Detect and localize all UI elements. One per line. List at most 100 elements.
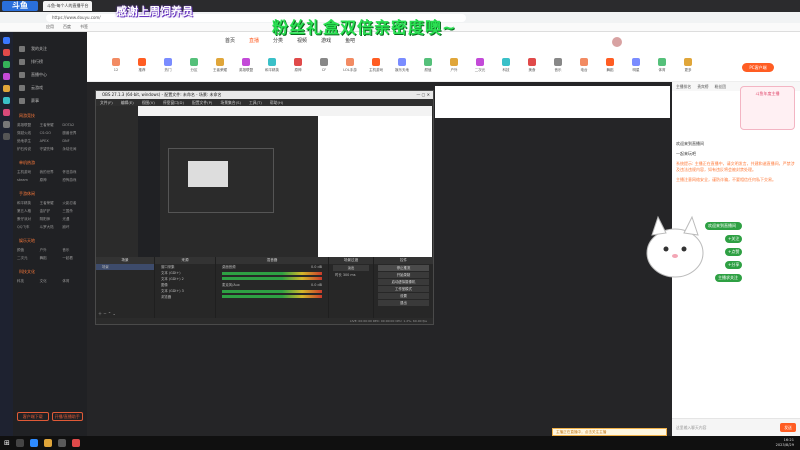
category-link[interactable]: 文化 bbox=[40, 279, 61, 284]
category-link[interactable]: 颜值 bbox=[17, 248, 38, 253]
category-link[interactable]: 一起看 bbox=[62, 256, 83, 261]
category-link[interactable]: QQ飞车 bbox=[17, 225, 38, 230]
source-item[interactable]: 浏览器 bbox=[155, 294, 215, 300]
category-link[interactable]: 第五人格 bbox=[17, 209, 38, 214]
category-item[interactable]: 英雄联盟 bbox=[233, 54, 259, 81]
category-item[interactable]: 美食 bbox=[519, 54, 545, 81]
category-link[interactable]: 炉石传说 bbox=[17, 147, 38, 152]
category-item[interactable]: LOL手游 bbox=[337, 54, 363, 81]
category-link[interactable]: CS:GO bbox=[40, 131, 61, 136]
category-item[interactable]: 音乐 bbox=[545, 54, 571, 81]
browser-tab[interactable]: 斗鱼-每个人的直播平台 bbox=[43, 1, 93, 11]
rail-icon[interactable] bbox=[3, 133, 10, 140]
chat-tab[interactable]: 贵宾榜 bbox=[697, 82, 708, 91]
sidebar-item[interactable]: 直播中心 bbox=[13, 68, 87, 81]
stop-streaming-button[interactable]: 停止推流 bbox=[378, 265, 429, 271]
category-link[interactable]: 蛋仔派对 bbox=[17, 217, 38, 222]
nav-item[interactable]: 分类 bbox=[273, 37, 283, 44]
category-link[interactable]: 原神 bbox=[40, 178, 61, 183]
category-item[interactable]: 分区 bbox=[181, 54, 207, 81]
category-link[interactable]: 金铲铲 bbox=[40, 209, 61, 214]
category-link[interactable]: 和平精英 bbox=[17, 201, 38, 206]
pc-client-button[interactable]: PC客户端 bbox=[742, 63, 774, 72]
rail-icon[interactable] bbox=[3, 37, 10, 44]
rail-icon[interactable] bbox=[3, 121, 10, 128]
category-link[interactable]: 阴阳师 bbox=[40, 217, 61, 222]
chat-input[interactable]: 这里输入聊天内容 发送 bbox=[672, 418, 800, 436]
windows-start-icon[interactable]: ⊞ bbox=[4, 439, 10, 447]
category-link[interactable]: 魔兽世界 bbox=[62, 131, 83, 136]
category-link[interactable]: 绝地求生 bbox=[17, 139, 38, 144]
sidebar-item[interactable]: 云游戏 bbox=[13, 81, 87, 94]
category-link[interactable]: 舞蹈 bbox=[40, 256, 61, 261]
category-item[interactable]: 和平精英 bbox=[259, 54, 285, 81]
category-link[interactable]: 永劫无间 bbox=[62, 147, 83, 152]
category-link[interactable]: DOTA2 bbox=[62, 123, 83, 128]
search-icon[interactable] bbox=[15, 439, 24, 447]
category-item[interactable]: 主机游戏 bbox=[363, 54, 389, 81]
obs-icon[interactable] bbox=[57, 439, 66, 447]
bookmark-item[interactable]: 应用 bbox=[46, 24, 54, 30]
category-item[interactable]: 更多 bbox=[675, 54, 701, 81]
menu-item[interactable]: 停靠窗口(D) bbox=[163, 99, 184, 106]
rail-icon[interactable] bbox=[3, 85, 10, 92]
category-link[interactable]: 火影忍者 bbox=[62, 201, 83, 206]
category-item[interactable]: 舞蹈 bbox=[597, 54, 623, 81]
menu-item[interactable]: 场景集合(S) bbox=[220, 99, 241, 106]
transition-select[interactable]: 淡出 bbox=[333, 265, 369, 271]
send-button[interactable]: 发送 bbox=[780, 423, 796, 432]
category-item[interactable]: 体育 bbox=[649, 54, 675, 81]
category-item[interactable]: 王者荣耀 bbox=[207, 54, 233, 81]
obs-preview-canvas[interactable] bbox=[138, 106, 432, 259]
category-link[interactable]: 我的世界 bbox=[40, 170, 61, 175]
category-link[interactable]: 守望先锋 bbox=[40, 147, 61, 152]
category-item[interactable]: 电台 bbox=[571, 54, 597, 81]
nav-item-active[interactable]: 直播 bbox=[249, 37, 259, 44]
nav-item[interactable]: 游戏 bbox=[321, 37, 331, 44]
bookmark-item[interactable]: 书签 bbox=[80, 24, 88, 30]
rail-icon[interactable] bbox=[3, 49, 10, 56]
category-link[interactable]: 音乐 bbox=[62, 248, 83, 253]
category-item[interactable]: 推荐 bbox=[129, 54, 155, 81]
menu-item[interactable]: 视图(V) bbox=[142, 99, 155, 106]
category-link[interactable]: 恐怖游戏 bbox=[62, 178, 83, 183]
category-item[interactable]: 明星 bbox=[623, 54, 649, 81]
category-item[interactable]: 热门 bbox=[155, 54, 181, 81]
scene-item[interactable]: 场景 bbox=[96, 264, 154, 270]
category-item[interactable]: 户外 bbox=[441, 54, 467, 81]
chat-tab[interactable]: 粉丝团 bbox=[715, 82, 726, 91]
window-controls-icon[interactable]: — ▢ ✕ bbox=[416, 91, 430, 99]
category-link[interactable]: 光遇 bbox=[62, 217, 83, 222]
category-link[interactable]: APEX bbox=[40, 139, 61, 144]
start-live-button[interactable]: 开播/直播助手 bbox=[51, 412, 83, 421]
sidebar-item[interactable]: 我的关注 bbox=[13, 42, 87, 55]
download-client-button[interactable]: 客户端下载 bbox=[17, 412, 49, 421]
obs-window[interactable]: OBS 27.1.3 (64-bit, windows) - 配置文件: 未命名… bbox=[95, 90, 434, 325]
rail-icon[interactable] bbox=[3, 73, 10, 80]
nav-item[interactable]: 视频 bbox=[297, 37, 307, 44]
category-item[interactable]: 娱乐天地 bbox=[389, 54, 415, 81]
rail-icon[interactable] bbox=[3, 61, 10, 68]
category-link[interactable]: 户外 bbox=[40, 248, 61, 253]
category-item[interactable]: 原神 bbox=[285, 54, 311, 81]
menu-item[interactable]: 工具(T) bbox=[249, 99, 262, 106]
category-link[interactable]: 怀旧游戏 bbox=[62, 170, 83, 175]
chat-tab[interactable]: 主播排名 bbox=[676, 82, 691, 91]
category-item[interactable]: 颜值 bbox=[415, 54, 441, 81]
studio-mode-button[interactable]: 工作室模式 bbox=[378, 286, 429, 292]
start-recording-button[interactable]: 开始录制 bbox=[378, 272, 429, 278]
browser-icon[interactable] bbox=[29, 439, 38, 447]
category-link[interactable]: 科技 bbox=[17, 279, 38, 284]
category-item[interactable]: 12 bbox=[103, 54, 129, 81]
scene-toolbar-icon[interactable]: ＋ − ⌃ ⌄ bbox=[98, 311, 116, 317]
sidebar-item[interactable]: 排行榜 bbox=[13, 55, 87, 68]
category-link[interactable]: 王者荣耀 bbox=[40, 123, 61, 128]
category-link[interactable]: 体育 bbox=[62, 279, 83, 284]
sidebar-item[interactable]: 赛事 bbox=[13, 94, 87, 107]
settings-button[interactable]: 设置 bbox=[378, 293, 429, 299]
menu-item[interactable]: 文件(F) bbox=[100, 99, 113, 106]
menu-item[interactable]: 编辑(E) bbox=[121, 99, 134, 106]
menu-item[interactable]: 配置文件(P) bbox=[192, 99, 212, 106]
rail-icon[interactable] bbox=[3, 97, 10, 104]
nav-item[interactable]: 鱼吧 bbox=[345, 37, 355, 44]
